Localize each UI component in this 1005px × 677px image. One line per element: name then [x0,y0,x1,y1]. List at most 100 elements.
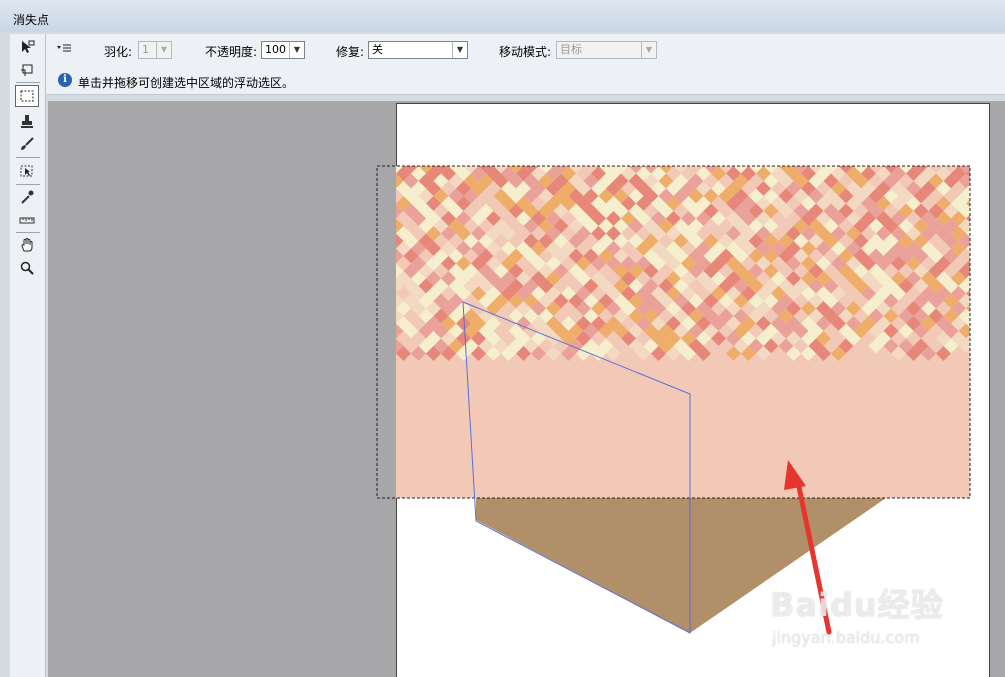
pattern-tile [996,316,1005,331]
pattern-tile [389,144,404,159]
pattern-tile [374,324,389,339]
pattern-tile [366,226,381,241]
pattern-tile [651,151,666,166]
pattern-tile [381,316,396,331]
pattern-tile [531,151,546,166]
pattern-tile [876,151,891,166]
pattern-tile [996,331,1005,346]
pattern-tile [974,309,989,324]
pattern-tile [966,151,981,166]
pattern-tile [989,339,1004,354]
pattern-tile [861,151,876,166]
pattern-tile [989,249,1004,264]
pattern-tile [366,181,381,196]
pattern-tile [374,279,389,294]
pattern-tile [981,211,996,226]
pattern-tile [366,211,381,226]
pattern-tile [359,249,374,264]
pattern-tile [366,271,381,286]
pattern-tile [996,286,1005,301]
pattern-tile [621,151,636,166]
pattern-tile [359,189,374,204]
pattern-tile [989,234,1004,249]
pattern-tile [524,144,539,159]
pattern-tile [981,181,996,196]
pattern-tile [366,241,381,256]
pattern-tile [374,174,389,189]
pattern-tile [359,264,374,279]
pattern-tile [374,234,389,249]
pattern-tile [426,151,441,166]
pattern-tile [644,144,659,159]
pattern-tile [996,301,1005,316]
pattern-tile [981,256,996,271]
pattern-tile [981,331,996,346]
pattern-tile [599,144,614,159]
pattern-tile [374,159,389,174]
pattern-tile [929,144,944,159]
pattern-tile [479,144,494,159]
floating-selection-pattern[interactable] [359,144,1005,499]
pattern-tile [981,241,996,256]
pattern-tile [441,151,456,166]
pattern-tile [629,144,644,159]
pattern-tile [374,249,389,264]
pattern-tile [584,144,599,159]
pattern-tile [936,151,951,166]
pattern-tile [411,151,426,166]
pattern-tile [359,234,374,249]
pattern-tile [809,144,824,159]
pattern-tile [989,189,1004,204]
pattern-tile [854,144,869,159]
pattern-tile [659,144,674,159]
pattern-tile [374,189,389,204]
pattern-tile [359,324,374,339]
pattern-tile [981,151,996,166]
pattern-tile [359,309,374,324]
pattern-tile [764,144,779,159]
pattern-tile [974,189,989,204]
pattern-tile [381,286,396,301]
pattern-tile [974,279,989,294]
pattern-tile [974,144,989,159]
pattern-tile [779,144,794,159]
pattern-tile [366,151,381,166]
pattern-tile [846,151,861,166]
pattern-tile [996,271,1005,286]
pattern-tile [974,204,989,219]
pattern-tile [974,324,989,339]
pattern-tile [374,294,389,309]
pattern-tile [704,144,719,159]
pattern-tile [501,151,516,166]
pattern-tile [921,151,936,166]
pattern-tile [374,144,389,159]
pattern-tile [869,144,884,159]
pattern-tile [981,196,996,211]
pattern-tile [374,204,389,219]
pattern-tile [546,151,561,166]
pattern-tile [569,144,584,159]
pattern-tile [614,144,629,159]
pattern-tile [381,151,396,166]
pattern-tile [539,144,554,159]
pattern-tile [974,264,989,279]
pattern-tile [839,144,854,159]
pattern-tile [981,226,996,241]
pattern-tile [981,316,996,331]
pattern-tile [359,174,374,189]
pattern-tile [381,196,396,211]
pattern-tile [989,324,1004,339]
pattern-tile [381,166,396,181]
pattern-tile [456,151,471,166]
pattern-tile [974,294,989,309]
pattern-tile [996,226,1005,241]
pattern-tile [719,144,734,159]
pattern-tile [396,151,411,166]
pattern-tile [689,144,704,159]
pattern-tile [636,151,651,166]
watermark: Baidu经验 jingyan.baidu.com [770,580,944,647]
pattern-tile [786,151,801,166]
pattern-tile [974,339,989,354]
pattern-tile [981,301,996,316]
pattern-tile [359,204,374,219]
